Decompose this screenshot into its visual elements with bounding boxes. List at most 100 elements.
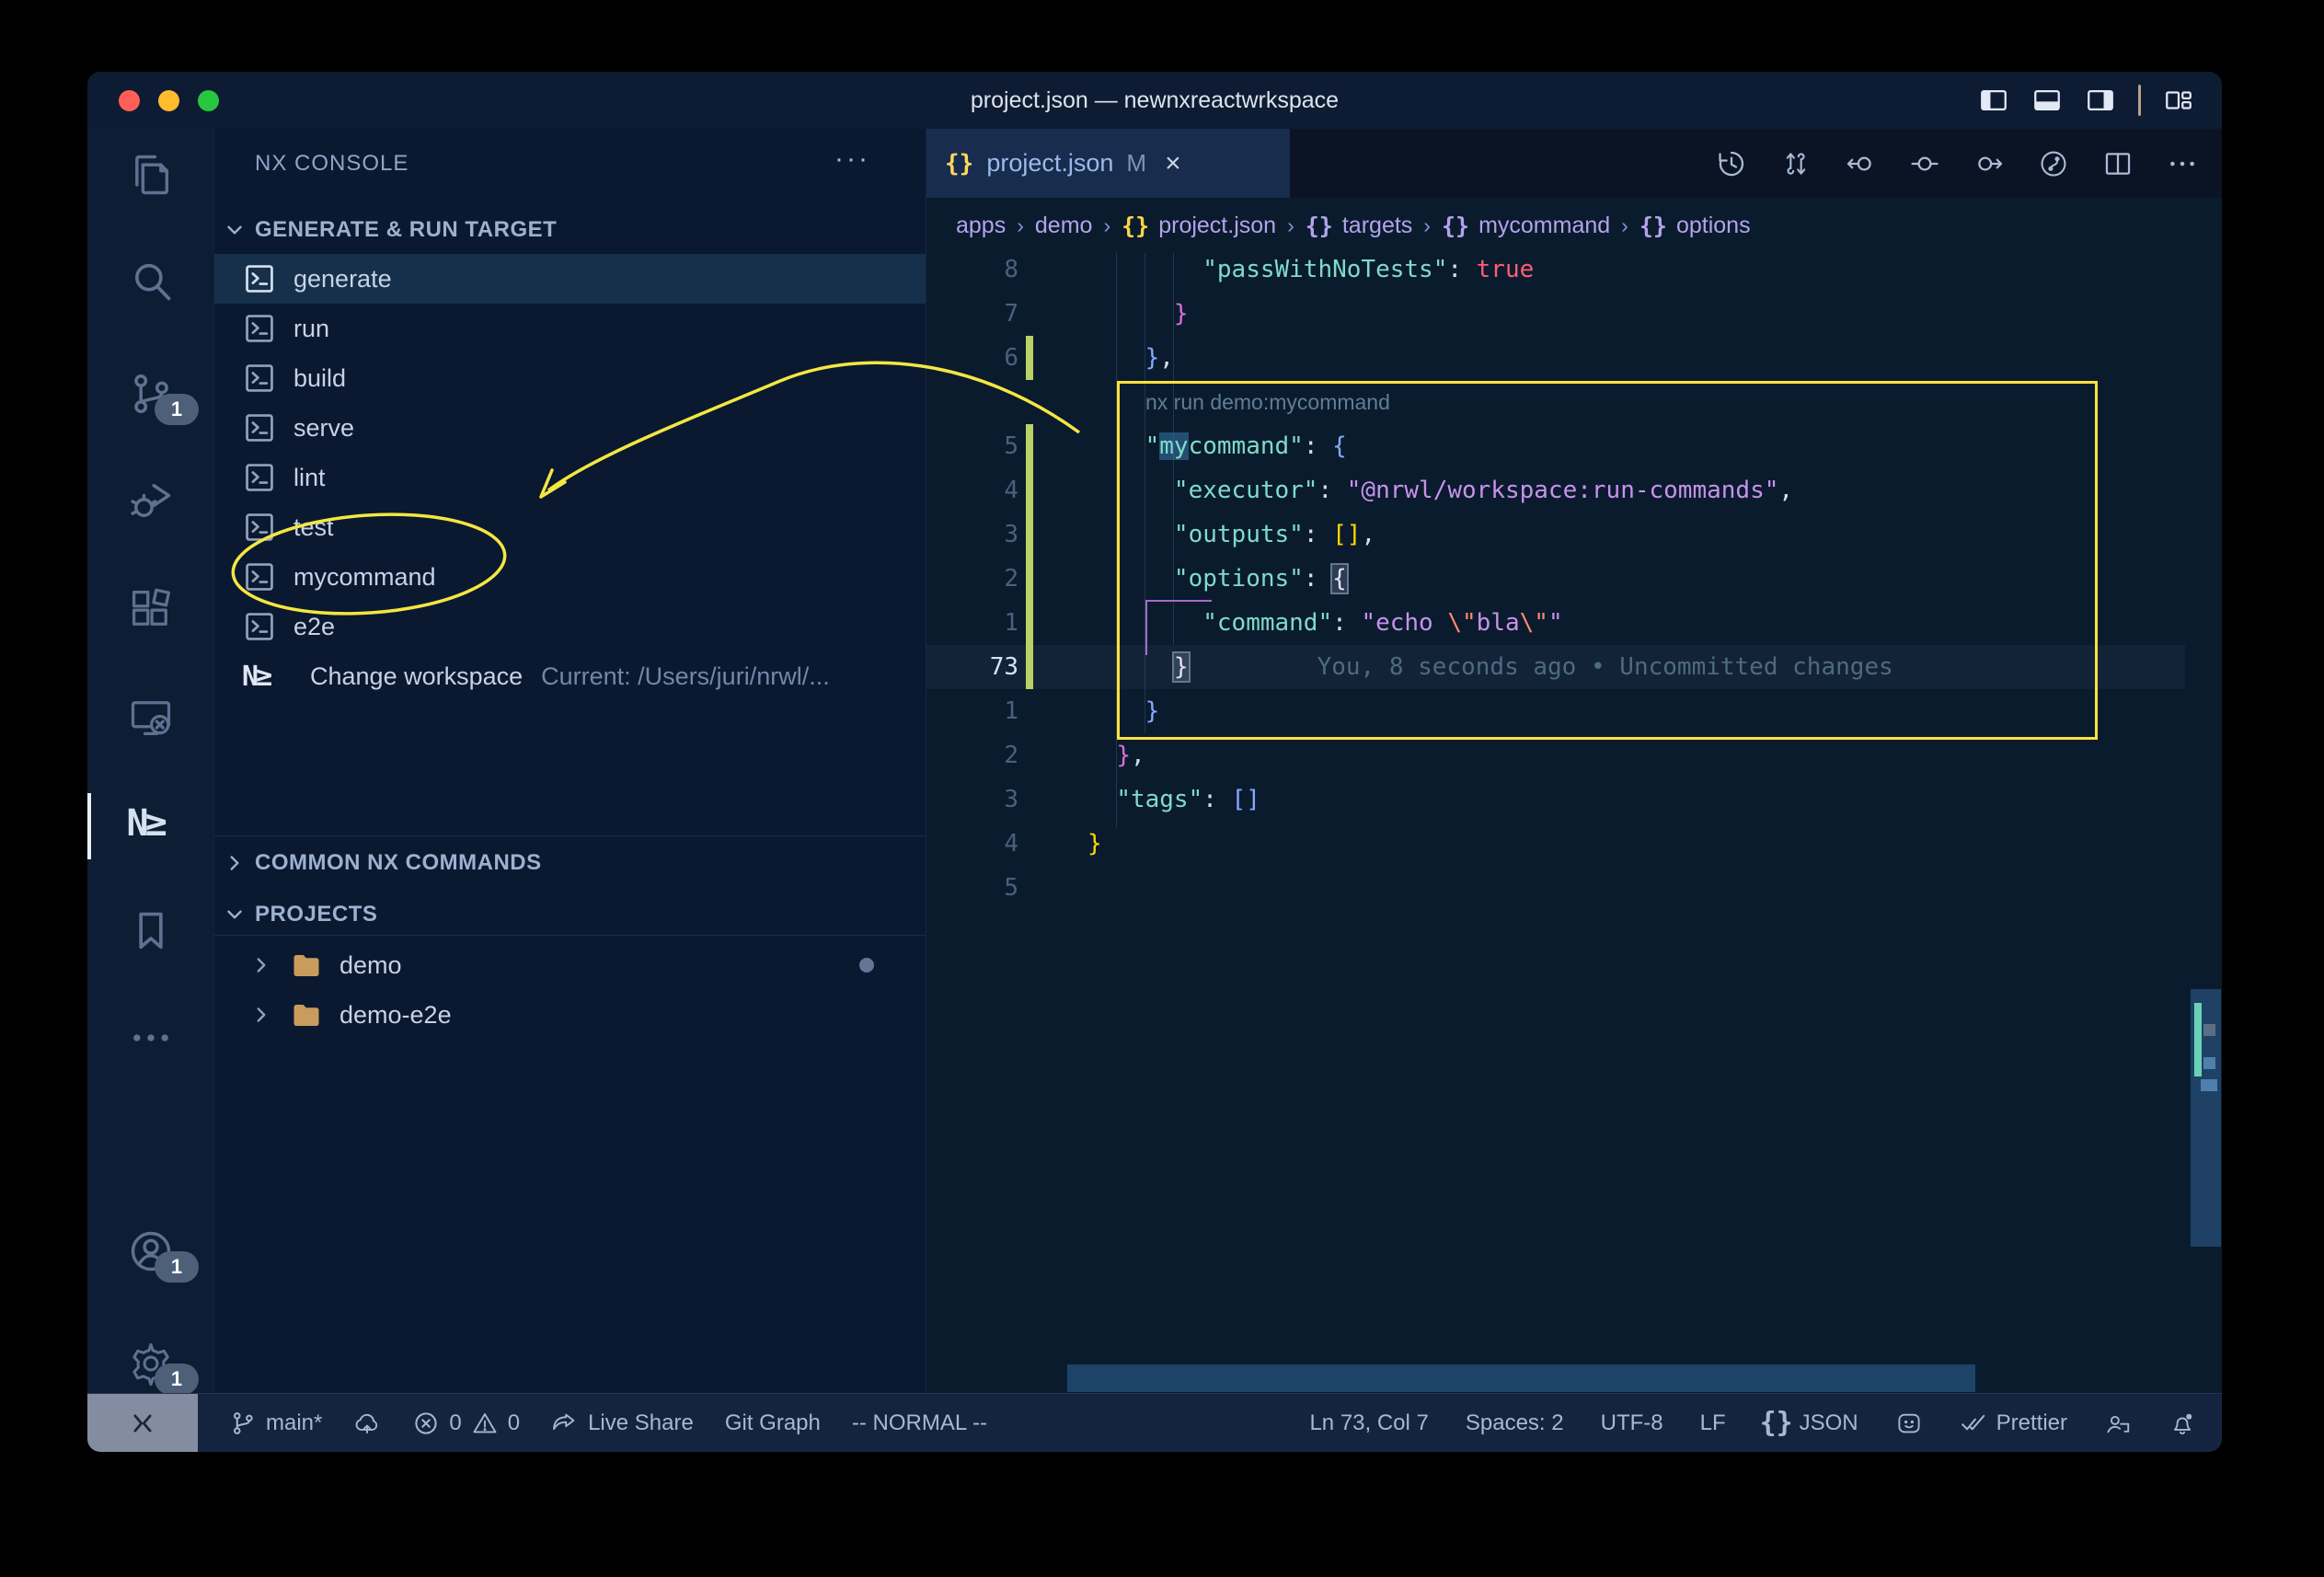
toggle-panel-icon[interactable]	[2031, 85, 2063, 116]
code-editor[interactable]: 8 "passWithNoTests": true7 }6 },nx run d…	[926, 253, 2222, 1393]
chevron-right-icon	[249, 953, 277, 977]
compare-changes-icon[interactable]	[1780, 148, 1812, 179]
status-bar: main* 00 Live Share Git Graph -- NORMAL -- L…	[87, 1393, 2222, 1452]
status-encoding[interactable]: UTF-8	[1601, 1410, 1663, 1436]
code-line: 6 },	[926, 336, 2222, 380]
section-generate-run-target[interactable]: GENERATE & RUN TARGET	[214, 206, 926, 254]
code-line: 2 },	[926, 733, 2222, 777]
activity-run-and-debug[interactable]	[87, 456, 213, 545]
minimize-window-button[interactable]	[158, 90, 179, 111]
activity-remote-explorer[interactable]	[87, 673, 213, 762]
next-change-icon[interactable]	[1973, 148, 2005, 179]
activity-source-control[interactable]: 1	[87, 350, 213, 438]
status-eol[interactable]: LF	[1700, 1410, 1726, 1436]
status-feedback[interactable]	[1895, 1410, 1923, 1437]
status-git-graph[interactable]: Git Graph	[725, 1410, 821, 1436]
nx-console-icon: N≥	[127, 802, 175, 850]
badge: 1	[155, 1251, 199, 1283]
section-projects[interactable]: PROJECTS	[214, 891, 926, 938]
line-number: 8	[926, 253, 1018, 292]
breadcrumb-separator: ›	[1017, 213, 1024, 238]
breadcrumb-demo[interactable]: demo	[1035, 213, 1093, 239]
status-cursor-position[interactable]: Ln 73, Col 7	[1309, 1410, 1428, 1436]
target-item-build[interactable]: build	[214, 353, 926, 403]
titlebar[interactable]: project.json — newnxreactwrkspace	[87, 72, 2222, 129]
activity-search[interactable]	[87, 237, 213, 326]
target-item-mycommand[interactable]: mycommand	[214, 552, 926, 602]
formatter-icon	[1960, 1410, 1987, 1437]
change-workspace-item[interactable]: N≥Change workspaceCurrent: /Users/juri/n…	[214, 651, 926, 701]
section-common-nx-commands[interactable]: COMMON NX COMMANDS	[214, 839, 926, 887]
status-live-share[interactable]: Live Share	[551, 1410, 694, 1437]
git-graph-icon[interactable]	[2038, 148, 2069, 179]
breadcrumb-mycommand[interactable]: {}mycommand	[1442, 213, 1610, 239]
activity-accounts[interactable]: 1	[87, 1207, 213, 1295]
toggle-secondary-sidebar-icon[interactable]	[2085, 85, 2116, 116]
split-editor-icon[interactable]	[2102, 148, 2134, 179]
remote-explorer-icon	[127, 694, 175, 742]
target-item-generate[interactable]: generate	[214, 254, 926, 304]
close-tab-icon[interactable]: ×	[1165, 148, 1181, 179]
breadcrumb-apps[interactable]: apps	[956, 213, 1006, 239]
line-number: 3	[926, 512, 1018, 557]
braces-icon: {}	[1122, 213, 1149, 239]
explorer-icon	[127, 151, 175, 199]
previous-change-icon[interactable]	[1845, 148, 1876, 179]
live-share-icon	[551, 1410, 579, 1437]
warning-icon	[471, 1410, 499, 1437]
breadcrumb-separator: ›	[1287, 213, 1294, 238]
close-window-button[interactable]	[119, 90, 140, 111]
line-number: 4	[926, 468, 1018, 512]
zoom-window-button[interactable]	[198, 90, 219, 111]
status-contact[interactable]	[2104, 1410, 2132, 1437]
target-item-e2e[interactable]: e2e	[214, 602, 926, 651]
breadcrumb-targets[interactable]: {}targets	[1306, 213, 1413, 239]
code-line: 3 "tags": []	[926, 777, 2222, 822]
status-language-mode[interactable]: {}JSON	[1763, 1410, 1858, 1437]
sidebar-more-actions-icon[interactable]: ···	[834, 144, 870, 175]
status-remote-indicator[interactable]	[87, 1394, 198, 1452]
line-number: 73	[926, 645, 1018, 689]
status-git-branch[interactable]: main*	[229, 1410, 322, 1437]
status-problems[interactable]: 00	[412, 1410, 520, 1437]
sidebar-nx-console: NX CONSOLE ··· GENERATE & RUN TARGETgene…	[214, 129, 926, 1393]
target-item-test[interactable]: test	[214, 502, 926, 552]
status-indentation[interactable]: Spaces: 2	[1466, 1410, 1564, 1436]
chevron-down-icon	[214, 218, 255, 242]
activity-nx-console[interactable]: N≥	[87, 782, 213, 870]
activity-extensions[interactable]	[87, 565, 213, 653]
target-item-lint[interactable]: lint	[214, 453, 926, 502]
target-item-serve[interactable]: serve	[214, 403, 926, 453]
toggle-primary-sidebar-icon[interactable]	[1978, 85, 2009, 116]
breadcrumb-project.json[interactable]: {}project.json	[1122, 213, 1276, 239]
search-icon	[127, 258, 175, 305]
project-item-demo-e2e[interactable]: demo-e2e	[214, 990, 926, 1040]
braces-icon: {}	[1442, 213, 1469, 239]
horizontal-scrollbar[interactable]	[1067, 1364, 1975, 1392]
tab-project-json[interactable]: {} project.json M ×	[926, 129, 1290, 198]
current-change-icon[interactable]	[1909, 148, 1940, 179]
remote-icon	[129, 1410, 156, 1437]
chevron-right-icon	[249, 1003, 277, 1027]
customize-layout-icon[interactable]	[2163, 85, 2194, 116]
chevron-down-icon	[214, 903, 255, 927]
activity-bookmarks[interactable]	[87, 887, 213, 975]
status-notifications[interactable]	[2169, 1410, 2196, 1437]
activity-explorer[interactable]	[87, 131, 213, 219]
timeline-icon[interactable]	[1716, 148, 1747, 179]
target-item-run[interactable]: run	[214, 304, 926, 353]
activity-more-views[interactable]	[87, 994, 213, 1082]
overview-ruler-mark	[2203, 1024, 2215, 1036]
code-line: 5	[926, 866, 2222, 910]
project-item-demo[interactable]: demo	[214, 940, 926, 990]
window-title: project.json — newnxreactwrkspace	[87, 87, 2222, 114]
breadcrumb-options[interactable]: {}options	[1639, 213, 1751, 239]
status-formatter[interactable]: Prettier	[1960, 1410, 2067, 1437]
contact-icon	[2104, 1410, 2132, 1437]
status-vim-mode[interactable]: -- NORMAL --	[852, 1410, 987, 1436]
overview-ruler-mark	[2203, 1057, 2215, 1069]
status-sync-changes[interactable]	[353, 1410, 381, 1437]
more-actions-icon[interactable]	[2167, 148, 2198, 179]
breadcrumb-separator: ›	[1103, 213, 1110, 238]
separator	[214, 835, 926, 836]
